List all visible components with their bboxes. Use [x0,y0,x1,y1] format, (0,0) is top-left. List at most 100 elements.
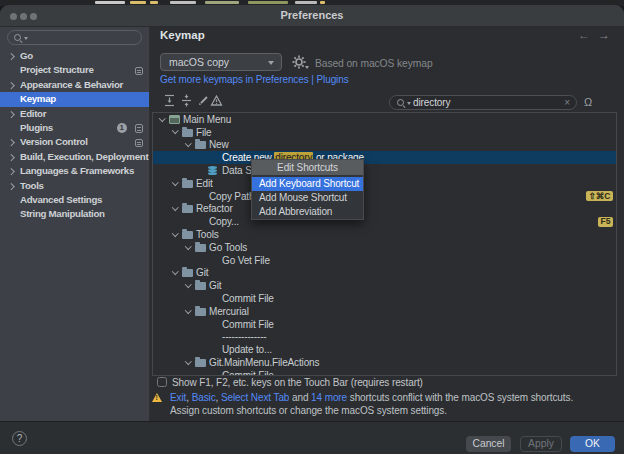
folder-icon [195,359,206,367]
context-menu-item-add-mouse-shortcut[interactable]: Add Mouse Shortcut [252,191,363,205]
forward-arrow-icon[interactable]: → [598,28,610,42]
main-menu-icon [169,115,180,124]
folder-icon [195,282,206,290]
tree-icon-slot [182,204,196,213]
get-more-keymaps-link[interactable]: Get more keymaps in Preferences | Plugin… [160,74,349,85]
tree-row[interactable]: Data Sc [153,164,616,177]
tree-row[interactable]: Commit File [153,292,616,305]
context-menu-item-add-keyboard-shortcut[interactable]: Add Keyboard Shortcut [252,177,363,191]
tree-chevron-slot [182,362,195,364]
settings-search-input[interactable] [7,30,142,45]
sidebar-item-label: Version Control [20,135,88,149]
keymap-selector-dropdown[interactable]: macOS copy [160,53,282,71]
tree-row-label: Git [196,267,208,278]
shortcut-badge: F5 [598,217,613,227]
shortcut-badge: ⇧⌘C [586,191,613,201]
conflict-link[interactable]: Basic [192,392,216,403]
tree-row[interactable]: Commit File [153,369,616,376]
tree-chevron-slot [182,247,195,249]
chevron-right-icon [8,53,14,59]
tree-icon-slot [195,358,209,367]
tree-row[interactable]: Go Tools [153,241,616,254]
tree-row[interactable]: Mercurial [153,305,616,318]
sidebar-item-build-execution-deployment[interactable]: Build, Execution, Deployment [0,150,150,164]
sidebar-item-go[interactable]: Go [0,49,150,63]
folder-icon [195,308,206,316]
collapse-all-icon[interactable] [180,94,193,107]
chevron-down-icon [185,358,191,364]
keymap-selector-value: macOS copy [169,56,229,68]
settings-sidebar: GoProject StructureAppearance & Behavior… [0,27,150,421]
sidebar-item-label: Advanced Settings [20,193,102,207]
tree-row[interactable]: Refactor [153,203,616,216]
tree-row[interactable]: Go Vet File [153,254,616,267]
warning-icon [152,393,162,402]
tree-row[interactable]: New [153,139,616,152]
tree-row[interactable]: Create new directory or package [153,151,616,164]
tree-row[interactable]: Edit [153,177,616,190]
tree-row-label: Copy Path [209,191,254,202]
tree-chevron-slot [169,234,182,236]
tree-row[interactable]: Update to... [153,343,616,356]
zoom-window-button[interactable] [30,13,37,20]
tree-row-label: New [209,139,229,150]
close-window-button[interactable] [10,13,17,20]
sidebar-item-plugins[interactable]: Plugins1 [0,121,150,135]
tree-row[interactable]: Main Menu [153,113,616,126]
conflict-link[interactable]: 14 more [311,392,347,403]
chevron-right-icon [8,139,14,145]
chevron-down-icon [268,61,274,65]
touch-bar-checkbox[interactable] [157,377,167,387]
tree-row[interactable]: Copy Path ⇧⌘C [153,190,616,203]
tree-row-label: Main Menu [183,114,231,125]
tree-row[interactable]: Git [153,267,616,280]
minimize-window-button[interactable] [20,13,27,20]
conflict-warning-line2: Assign custom shortcuts or change the ma… [170,405,447,416]
tree-row-label: Edit [196,178,213,189]
keymap-search-input[interactable]: directory × [389,95,577,110]
conflict-link[interactable]: Select Next Tab [221,392,289,403]
help-button[interactable]: ? [12,431,27,446]
back-arrow-icon[interactable]: ← [578,28,590,42]
sidebar-item-appearance-behavior[interactable]: Appearance & Behavior [0,78,150,92]
show-conflicts-icon[interactable] [210,94,223,107]
folder-icon [182,231,193,239]
search-input-value: directory [413,97,450,109]
context-menu-item-add-abbreviation[interactable]: Add Abbreviation [252,205,363,219]
sidebar-item-label: Languages & Frameworks [20,164,134,178]
sidebar-item-keymap[interactable]: Keymap [0,92,150,106]
sidebar-item-label: Appearance & Behavior [20,78,123,92]
sidebar-item-editor[interactable]: Editor [0,107,150,121]
tree-row[interactable]: File [153,126,616,139]
sidebar-item-tools[interactable]: Tools [0,179,150,193]
tree-row[interactable]: Git [153,279,616,292]
sidebar-item-version-control[interactable]: Version Control [0,135,150,149]
tree-row-label: Go Tools [209,242,247,253]
sidebar-item-languages-frameworks[interactable]: Languages & Frameworks [0,164,150,178]
ok-button[interactable]: OK [570,436,615,452]
tree-row[interactable]: Commit File [153,318,616,331]
tree-row[interactable]: Git.MainMenu.FileActions [153,356,616,369]
sidebar-item-string-manipulation[interactable]: String Manipulation [0,207,150,221]
sidebar-item-advanced-settings[interactable]: Advanced Settings [0,193,150,207]
tree-row[interactable]: Tools [153,228,616,241]
tree-row-label: Commit File [222,293,274,304]
expand-all-icon[interactable] [163,94,176,107]
conflict-link[interactable]: Exit [170,392,186,403]
tree-icon-slot [195,243,209,252]
tree-row[interactable]: -------------- [153,331,616,344]
conflict-warning-line1: Exit, Basic, Select Next Tab and 14 more… [170,392,573,403]
cancel-button[interactable]: Cancel [466,436,511,452]
based-on-label: Based on macOS keymap [315,58,433,69]
clear-search-icon[interactable]: × [564,96,570,109]
sidebar-item-label: String Manipulation [20,207,105,221]
tree-chevron-slot [169,183,182,185]
warning-text: shortcuts conflict with the macOS system… [347,392,573,403]
apply-button[interactable]: Apply [520,436,562,452]
edit-icon[interactable] [197,94,210,107]
bottom-bar: ? Cancel Apply OK [0,421,624,454]
sidebar-item-project-structure[interactable]: Project Structure [0,63,150,77]
tree-row[interactable]: Copy...F5 [153,215,616,228]
find-actions-by-shortcut-icon[interactable]: Ω [584,96,592,108]
gear-icon[interactable] [292,55,306,69]
